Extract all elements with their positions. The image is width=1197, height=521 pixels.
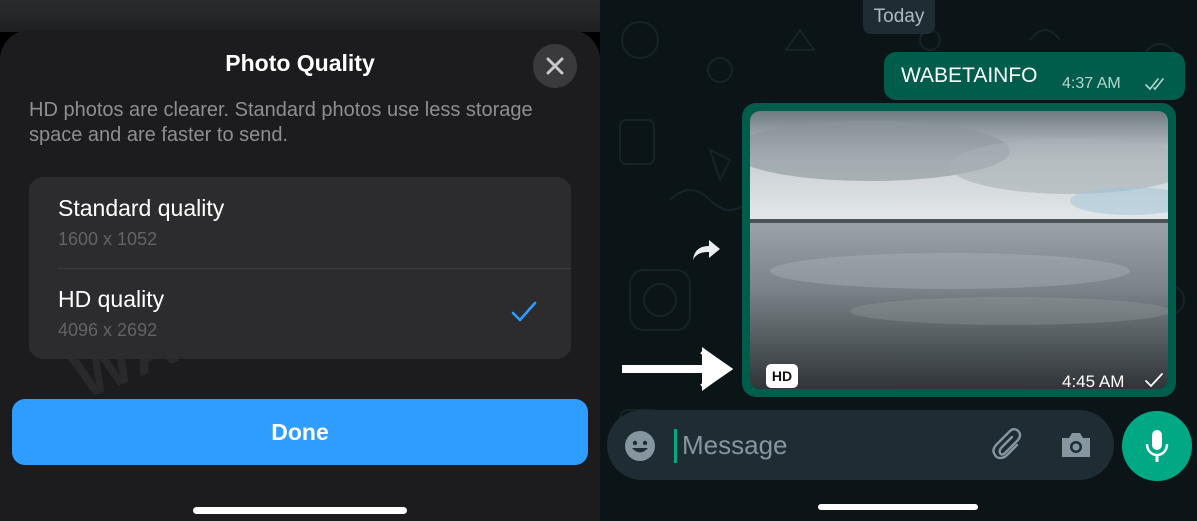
outgoing-message-bubble[interactable]: WABETAINFO 4:37 AM: [884, 52, 1185, 100]
arrow-right-icon: [622, 347, 734, 391]
chat-panel: Today WABETAINFO 4:37 AM HD 4:45 AM Mess…: [600, 0, 1197, 521]
text-cursor: [674, 429, 677, 463]
single-check-icon: [1145, 373, 1163, 388]
sheet-title: Photo Quality: [225, 50, 375, 76]
voice-message-button[interactable]: [1122, 411, 1192, 481]
checkmark-icon: [511, 301, 537, 322]
background-photo-strip: [0, 0, 600, 32]
camera-icon[interactable]: [1059, 430, 1093, 460]
option-resolution: 1600 x 1052: [58, 229, 158, 249]
message-time: 4:37 AM: [1062, 75, 1121, 92]
option-resolution: 4096 x 2692: [58, 320, 158, 340]
option-label: HD quality: [58, 286, 165, 312]
emoji-icon[interactable]: [624, 430, 656, 462]
done-button[interactable]: Done: [12, 399, 588, 465]
double-check-icon: [1145, 78, 1164, 91]
mic-icon: [1145, 430, 1169, 462]
message-composer: Message: [607, 410, 1114, 480]
photo-quality-panel: WABETAINFO Photo Quality HD photos are c…: [0, 0, 600, 521]
photo-image: [750, 111, 1168, 389]
home-indicator: [193, 507, 407, 514]
option-label: Standard quality: [58, 195, 225, 221]
photo-quality-sheet: WABETAINFO Photo Quality HD photos are c…: [0, 30, 600, 521]
message-input[interactable]: Message: [682, 430, 788, 461]
close-icon: [546, 57, 564, 75]
sheet-description: HD photos are clearer. Standard photos u…: [29, 99, 533, 146]
date-divider: Today: [863, 0, 935, 34]
option-standard-quality[interactable]: Standard quality 1600 x 1052: [29, 177, 571, 268]
message-time: 4:45 AM: [1062, 372, 1125, 389]
shared-photo[interactable]: HD 4:45 AM: [750, 111, 1168, 389]
quality-options-list: Standard quality 1600 x 1052 HD quality …: [29, 177, 571, 359]
forward-icon[interactable]: [692, 238, 722, 262]
option-hd-quality[interactable]: HD quality 4096 x 2692: [29, 268, 571, 359]
attach-icon[interactable]: [991, 427, 1027, 463]
media-message-bubble[interactable]: HD 4:45 AM: [742, 103, 1176, 397]
home-indicator: [818, 504, 978, 510]
hd-badge: HD: [766, 364, 798, 388]
close-button[interactable]: [533, 44, 577, 88]
message-text: WABETAINFO: [901, 64, 1038, 87]
